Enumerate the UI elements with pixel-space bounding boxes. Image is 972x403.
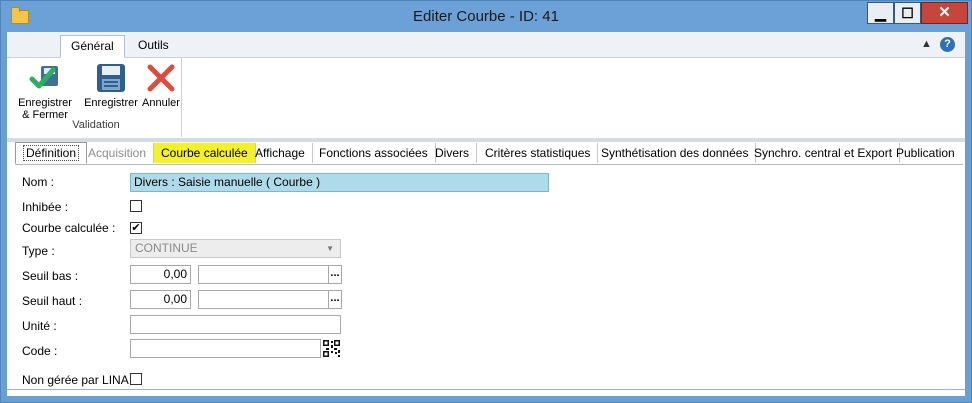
type-select[interactable]: CONTINUE ▼ bbox=[130, 239, 341, 258]
window-client-area: Général Outils ▲ ? Enregistrer & Fermer bbox=[7, 32, 965, 396]
code-label: Code : bbox=[22, 344, 58, 358]
cancel-x-icon bbox=[147, 64, 175, 92]
close-button[interactable]: ✕ bbox=[921, 2, 968, 24]
seuil-haut-label: Seuil haut : bbox=[22, 294, 83, 308]
maximize-button[interactable]: ☐ bbox=[894, 2, 921, 24]
seuil-haut-extra-field[interactable] bbox=[198, 290, 329, 309]
ribbon-tab-outils[interactable]: Outils bbox=[128, 35, 179, 56]
editer-courbe-window: Editer Courbe - ID: 41 ▁ ☐ ✕ Général Out… bbox=[0, 0, 972, 403]
save-check-icon bbox=[29, 66, 58, 89]
property-tabs: Définition Acquisition Courbe calculée A… bbox=[15, 142, 963, 165]
help-icon[interactable]: ? bbox=[940, 37, 955, 52]
tab-synchro-export[interactable]: Synchro. central et Export bbox=[747, 143, 901, 163]
code-input[interactable] bbox=[130, 339, 321, 358]
title-bar[interactable]: Editer Courbe - ID: 41 ▁ ☐ ✕ bbox=[1, 1, 971, 32]
ribbon-separator bbox=[7, 138, 965, 142]
validation-group-label: Validation bbox=[72, 119, 120, 131]
tab-definition[interactable]: Définition bbox=[15, 142, 88, 164]
courbe-calculee-label: Courbe calculée : bbox=[22, 221, 116, 235]
non-geree-lina-label: Non gérée par LINA : bbox=[22, 373, 135, 387]
seuil-haut-browse-button[interactable]: ... bbox=[328, 290, 342, 309]
nom-field[interactable]: Divers : Saisie manuelle ( Courbe ) bbox=[130, 173, 549, 192]
save-label: Enregistrer bbox=[84, 97, 138, 109]
tab-affichage[interactable]: Affichage bbox=[248, 143, 313, 163]
window-title: Editer Courbe - ID: 41 bbox=[413, 8, 559, 25]
seuil-bas-input[interactable]: 0,00 bbox=[130, 265, 191, 284]
type-label: Type : bbox=[22, 244, 55, 258]
save-button[interactable]: Enregistrer bbox=[81, 62, 141, 109]
nom-label: Nom : bbox=[22, 175, 55, 189]
seuil-haut-input[interactable]: 0,00 bbox=[130, 290, 191, 309]
save-and-close-button[interactable]: Enregistrer & Fermer bbox=[17, 62, 73, 121]
type-value: CONTINUE bbox=[135, 241, 198, 255]
floppy-disk-icon bbox=[97, 64, 125, 92]
minimize-button[interactable]: ▁ bbox=[867, 2, 894, 24]
tab-divers[interactable]: Divers bbox=[428, 143, 478, 163]
save-and-close-label: Enregistrer & Fermer bbox=[18, 97, 72, 121]
definition-form: Nom : Divers : Saisie manuelle ( Courbe … bbox=[15, 166, 963, 391]
seuil-bas-label: Seuil bas : bbox=[22, 269, 79, 283]
seuil-bas-extra-field[interactable] bbox=[198, 265, 329, 284]
ribbon-tab-general[interactable]: Général bbox=[60, 35, 125, 58]
tab-fonctions-associees[interactable]: Fonctions associées bbox=[312, 143, 436, 163]
tab-acquisition[interactable]: Acquisition bbox=[81, 143, 155, 163]
inhibee-checkbox[interactable] bbox=[130, 200, 142, 212]
qr-code-icon[interactable] bbox=[322, 339, 341, 358]
inhibee-label: Inhibée : bbox=[22, 200, 69, 214]
dropdown-arrow-icon: ▼ bbox=[326, 244, 334, 253]
non-geree-lina-checkbox[interactable] bbox=[130, 373, 142, 385]
tab-criteres-statistiques[interactable]: Critères statistiques bbox=[478, 143, 599, 163]
tab-synthetisation[interactable]: Synthétisation des données bbox=[594, 143, 757, 163]
collapse-ribbon-icon[interactable]: ▲ bbox=[921, 38, 932, 50]
cancel-label: Annuler bbox=[142, 97, 180, 109]
cancel-button[interactable]: Annuler bbox=[141, 62, 181, 109]
unite-label: Unité : bbox=[22, 319, 57, 333]
tab-publication[interactable]: Publication bbox=[889, 143, 962, 163]
tab-courbe-calculee[interactable]: Courbe calculée bbox=[154, 143, 256, 163]
validation-group: Enregistrer & Fermer Enregistrer Annuler… bbox=[11, 58, 182, 137]
unite-input[interactable] bbox=[130, 315, 341, 334]
seuil-bas-browse-button[interactable]: ... bbox=[328, 265, 342, 284]
courbe-calculee-checkbox[interactable]: ✔ bbox=[130, 222, 142, 234]
form-bottom-border bbox=[7, 389, 965, 396]
ribbon-panel: Enregistrer & Fermer Enregistrer Annuler… bbox=[7, 58, 965, 137]
ribbon-tab-strip: Général Outils ▲ ? bbox=[7, 32, 965, 58]
